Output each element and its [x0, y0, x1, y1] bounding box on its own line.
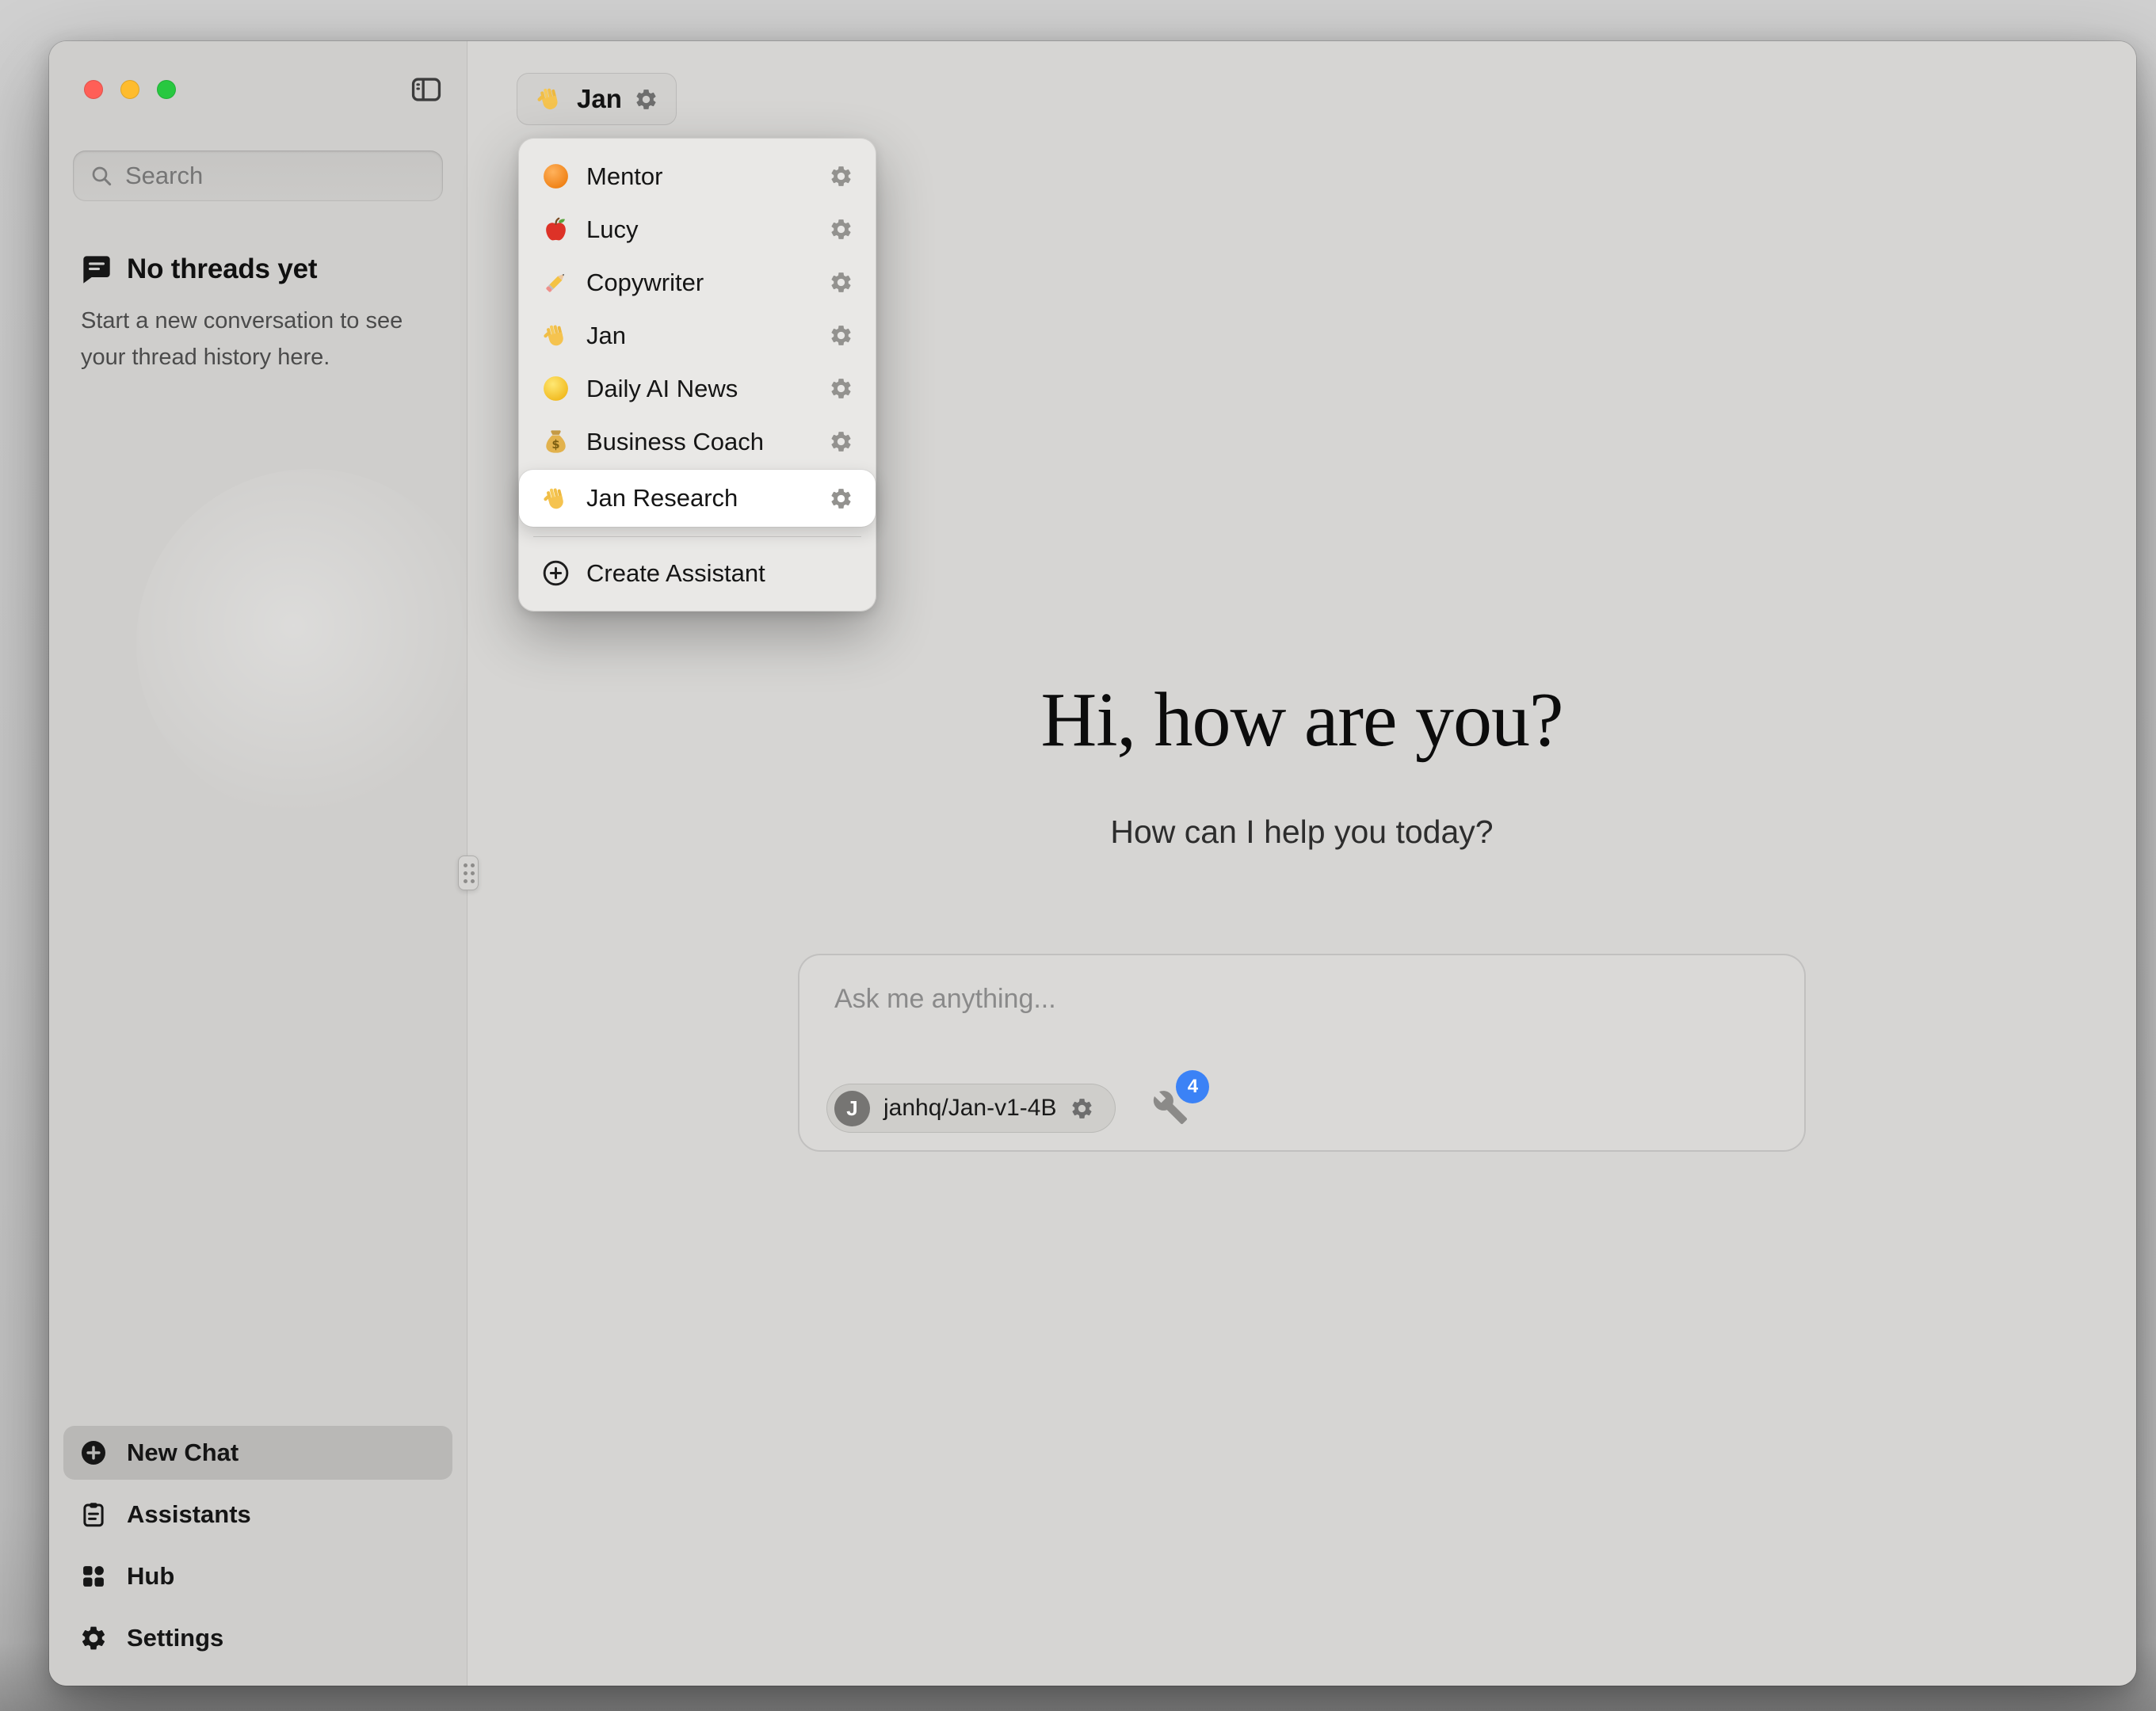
- empty-state-description: Start a new conversation to see your thr…: [81, 303, 435, 375]
- sidebar: No threads yet Start a new conversation …: [49, 41, 467, 1686]
- window-controls: [84, 80, 176, 99]
- gear-icon[interactable]: [829, 376, 853, 401]
- search-input[interactable]: [125, 162, 427, 190]
- assistant-menu-label: Jan Research: [586, 484, 813, 513]
- empty-state-title: No threads yet: [127, 253, 317, 285]
- model-selector[interactable]: J janhq/Jan-v1-4B: [826, 1084, 1116, 1133]
- assistants-icon: [79, 1500, 108, 1529]
- create-assistant-label: Create Assistant: [586, 559, 853, 588]
- search-field[interactable]: [73, 151, 443, 201]
- tools-button[interactable]: 4: [1152, 1089, 1190, 1127]
- welcome-hero: Hi, how are you? How can I help you toda…: [467, 680, 2136, 851]
- model-name: janhq/Jan-v1-4B: [883, 1095, 1056, 1122]
- search-icon: [89, 163, 114, 189]
- close-button[interactable]: [84, 80, 103, 99]
- tools-badge: 4: [1176, 1070, 1209, 1103]
- plus-circle-icon: [79, 1439, 108, 1467]
- gear-icon[interactable]: [829, 164, 853, 189]
- nav-label: Assistants: [127, 1500, 251, 1529]
- wave-hand-icon: [535, 84, 565, 114]
- assistant-menu-label: Copywriter: [586, 269, 813, 297]
- gear-icon[interactable]: [829, 429, 853, 454]
- wave-hand-icon: [541, 484, 570, 513]
- apple-icon: [541, 215, 570, 244]
- composer[interactable]: J janhq/Jan-v1-4B 4: [798, 954, 1806, 1152]
- gear-icon[interactable]: [829, 323, 853, 348]
- orange-circle-icon: [541, 162, 570, 191]
- assistant-menu-item-business-coach[interactable]: Business Coach: [529, 415, 866, 468]
- assistant-menu-item-lucy[interactable]: Lucy: [529, 203, 866, 256]
- menu-divider: [533, 536, 861, 537]
- gear-icon[interactable]: [1070, 1096, 1094, 1121]
- zoom-button[interactable]: [157, 80, 176, 99]
- assistant-menu: Mentor Lucy Copywriter Jan Daily AI News: [518, 138, 876, 612]
- sidebar-nav: New Chat Assistants Hub Settings: [49, 1426, 467, 1686]
- model-avatar: J: [834, 1091, 870, 1126]
- sidebar-item-hub[interactable]: Hub: [63, 1549, 452, 1603]
- nav-label: Hub: [127, 1562, 174, 1591]
- assistant-menu-label: Jan: [586, 322, 813, 350]
- gear-icon[interactable]: [829, 486, 853, 511]
- money-bag-icon: [541, 427, 570, 456]
- sidebar-item-new-chat[interactable]: New Chat: [63, 1426, 452, 1480]
- sidebar-resize-handle[interactable]: [458, 856, 479, 890]
- sidebar-item-settings[interactable]: Settings: [63, 1611, 452, 1665]
- hub-grid-icon: [79, 1562, 108, 1591]
- assistant-menu-item-jan[interactable]: Jan: [529, 309, 866, 362]
- sidebar-item-assistants[interactable]: Assistants: [63, 1488, 452, 1541]
- create-assistant-button[interactable]: Create Assistant: [529, 547, 866, 600]
- plus-circle-outline-icon: [541, 558, 570, 588]
- assistant-menu-item-jan-research[interactable]: Jan Research: [519, 470, 876, 527]
- yellow-circle-icon: [541, 374, 570, 403]
- assistant-name: Jan: [577, 84, 622, 114]
- pencil-icon: [541, 268, 570, 297]
- titlebar: [49, 41, 467, 138]
- composer-toolbar: J janhq/Jan-v1-4B 4: [826, 1084, 1190, 1133]
- gear-icon: [79, 1624, 108, 1652]
- assistant-menu-label: Daily AI News: [586, 375, 813, 403]
- sidebar-toggle-icon[interactable]: [410, 73, 443, 106]
- gear-icon[interactable]: [829, 217, 853, 242]
- assistant-menu-item-daily-ai-news[interactable]: Daily AI News: [529, 362, 866, 415]
- wave-hand-icon: [541, 321, 570, 350]
- assistant-menu-label: Business Coach: [586, 428, 813, 456]
- assistant-menu-item-mentor[interactable]: Mentor: [529, 150, 866, 203]
- assistant-menu-label: Mentor: [586, 162, 813, 191]
- assistant-selector-button[interactable]: Jan: [517, 73, 677, 125]
- gear-icon[interactable]: [634, 87, 658, 112]
- greeting-title: Hi, how are you?: [467, 680, 2136, 761]
- assistant-menu-item-copywriter[interactable]: Copywriter: [529, 256, 866, 309]
- assistant-menu-label: Lucy: [586, 215, 813, 244]
- message-input[interactable]: [799, 955, 1804, 1074]
- app-window: No threads yet Start a new conversation …: [49, 41, 2136, 1686]
- threads-empty-state: No threads yet Start a new conversation …: [81, 253, 435, 375]
- nav-label: New Chat: [127, 1439, 238, 1467]
- nav-label: Settings: [127, 1624, 223, 1652]
- minimize-button[interactable]: [120, 80, 139, 99]
- greeting-subtitle: How can I help you today?: [467, 814, 2136, 851]
- chat-bubble-icon: [81, 253, 113, 285]
- gear-icon[interactable]: [829, 270, 853, 295]
- main-area: Jan Mentor Lucy Copywriter Jan: [467, 41, 2136, 1686]
